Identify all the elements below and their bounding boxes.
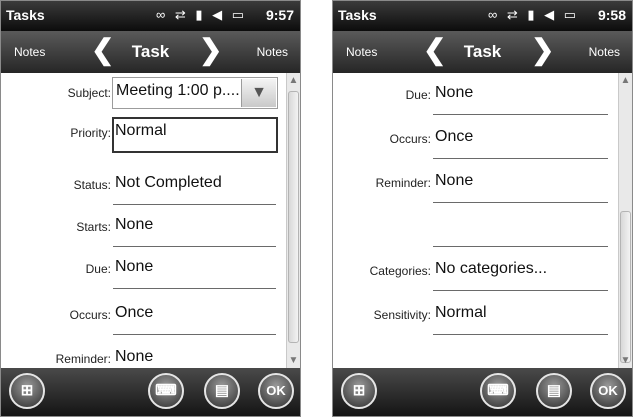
start-button-icon[interactable]: ⊞ [341, 373, 377, 409]
due-label: Due: [405, 88, 431, 102]
occurs-underline [433, 158, 608, 159]
reminder-label: Reminder: [55, 352, 111, 366]
scroll-down-icon[interactable]: ▼ [619, 355, 632, 366]
due-value[interactable]: None [435, 84, 473, 102]
clock: 9:58 [597, 7, 626, 23]
notes-left-button[interactable]: Notes [14, 45, 45, 59]
scroll-thumb[interactable] [288, 91, 299, 343]
sensitivity-value[interactable]: Normal [435, 304, 487, 322]
starts-underline [113, 246, 276, 247]
reminder-value[interactable]: None [115, 348, 153, 366]
status-icons: ∞ ⇄ ▮ ◀ ▭ [488, 7, 580, 22]
prev-arrow-icon[interactable]: ❮ [91, 35, 114, 65]
sensitivity-row: Sensitivity: Normal [333, 299, 612, 335]
clock: 9:57 [265, 7, 294, 23]
status-bar: Tasks ∞ ⇄ ▮ ◀ ▭ 9:58 [333, 1, 632, 31]
occurs-row: Occurs: Once [333, 123, 612, 159]
notes-right-button[interactable]: Notes [589, 45, 620, 59]
nav-bar: Notes ❮ Task ❯ Notes [333, 31, 632, 73]
reminder-row: Reminder: None [333, 167, 612, 203]
keyboard-icon[interactable]: ⌨ [148, 373, 184, 409]
due-value[interactable]: None [115, 258, 153, 276]
ok-button[interactable]: OK [258, 373, 294, 409]
status-value[interactable]: Not Completed [115, 174, 222, 192]
ok-button[interactable]: OK [590, 373, 626, 409]
status-label: Status: [73, 178, 111, 192]
starts-row: Starts: None [1, 211, 280, 247]
starts-label: Starts: [76, 220, 111, 234]
bottom-bar: ⊞ ⌨ ▤ OK [1, 368, 300, 416]
blank-row [333, 211, 612, 247]
task-form: Subject: ▼ Meeting 1:00 p.... Priority: … [1, 73, 300, 368]
task-screen-right: Tasks ∞ ⇄ ▮ ◀ ▭ 9:58 Notes ❮ Task ❯ Note… [332, 0, 633, 417]
nav-bar: Notes ❮ Task ❯ Notes [1, 31, 300, 73]
due-row: Due: None [333, 79, 612, 115]
due-underline [113, 288, 276, 289]
occurs-label: Occurs: [69, 308, 111, 322]
scrollbar[interactable]: ▲ ▼ [618, 73, 632, 368]
next-arrow-icon[interactable]: ❯ [531, 35, 554, 65]
notes-left-button[interactable]: Notes [346, 45, 377, 59]
start-button-icon[interactable]: ⊞ [9, 373, 45, 409]
categories-label: Categories: [369, 264, 431, 278]
priority-label: Priority: [70, 126, 111, 140]
nav-title: Task [463, 42, 502, 61]
occurs-underline [113, 334, 276, 335]
reminder-value[interactable]: None [435, 172, 473, 190]
due-row: Due: None [1, 253, 280, 289]
menu-icon[interactable]: ▤ [204, 373, 240, 409]
scroll-thumb[interactable] [620, 211, 631, 363]
occurs-row: Occurs: Once [1, 299, 280, 335]
occurs-value[interactable]: Once [435, 128, 473, 146]
subject-value[interactable]: Meeting 1:00 p.... [116, 82, 240, 100]
app-title: Tasks [6, 7, 45, 23]
app-title: Tasks [338, 7, 377, 23]
scroll-down-icon[interactable]: ▼ [287, 355, 300, 366]
status-underline [113, 204, 276, 205]
next-arrow-icon[interactable]: ❯ [199, 35, 222, 65]
keyboard-icon[interactable]: ⌨ [480, 373, 516, 409]
scroll-up-icon[interactable]: ▲ [287, 75, 300, 86]
dropdown-arrow-icon[interactable]: ▼ [241, 79, 276, 107]
occurs-value[interactable]: Once [115, 304, 153, 322]
categories-value[interactable]: No categories... [435, 260, 547, 278]
occurs-label: Occurs: [389, 132, 431, 146]
subject-row: Subject: ▼ Meeting 1:00 p.... [1, 77, 280, 113]
reminder-label: Reminder: [375, 176, 431, 190]
due-label: Due: [85, 262, 111, 276]
starts-value[interactable]: None [115, 216, 153, 234]
priority-row: Priority: Normal [1, 117, 280, 153]
due-underline [433, 114, 608, 115]
task-form: Due: None Occurs: Once Reminder: None Ca… [333, 73, 632, 368]
categories-row: Categories: No categories... [333, 255, 612, 291]
status-bar: Tasks ∞ ⇄ ▮ ◀ ▭ 9:57 [1, 1, 300, 31]
scroll-up-icon[interactable]: ▲ [619, 75, 632, 86]
subject-label: Subject: [67, 86, 111, 100]
task-screen-left: Tasks ∞ ⇄ ▮ ◀ ▭ 9:57 Notes ❮ Task ❯ Note… [0, 0, 301, 417]
nav-title: Task [131, 42, 170, 61]
prev-arrow-icon[interactable]: ❮ [423, 35, 446, 65]
categories-underline [433, 290, 608, 291]
blank-underline [433, 246, 608, 247]
bottom-bar: ⊞ ⌨ ▤ OK [333, 368, 632, 416]
scrollbar[interactable]: ▲ ▼ [286, 73, 300, 368]
menu-icon[interactable]: ▤ [536, 373, 572, 409]
sensitivity-underline [433, 334, 608, 335]
status-row: Status: Not Completed [1, 169, 280, 205]
reminder-underline [433, 202, 608, 203]
priority-value[interactable]: Normal [115, 122, 167, 140]
status-icons: ∞ ⇄ ▮ ◀ ▭ [156, 7, 248, 22]
notes-right-button[interactable]: Notes [257, 45, 288, 59]
sensitivity-label: Sensitivity: [373, 308, 431, 322]
